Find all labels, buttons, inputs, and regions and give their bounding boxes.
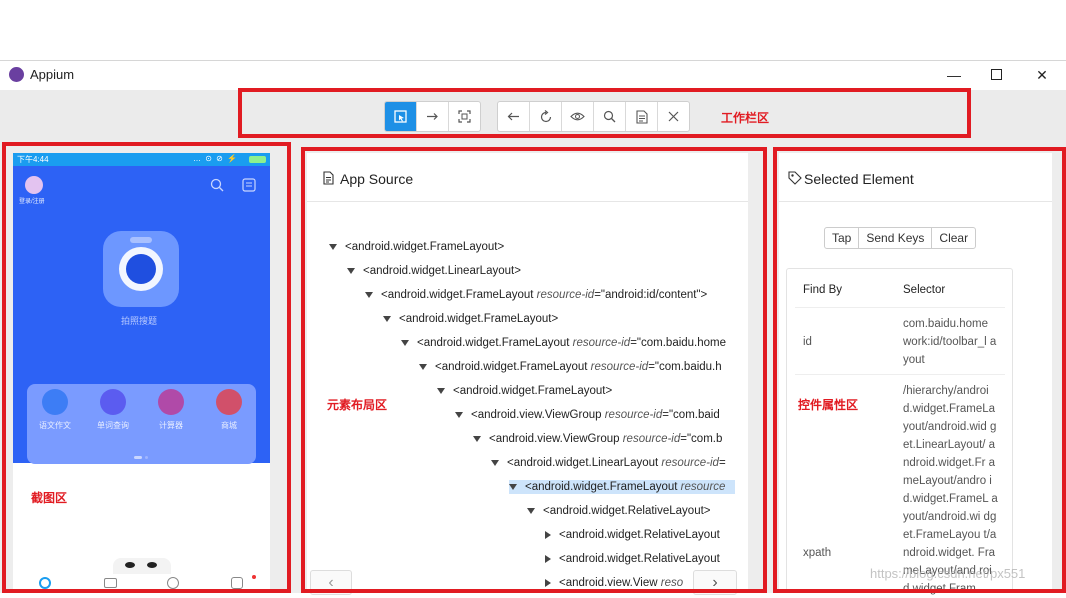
window-title: Appium — [30, 67, 75, 82]
toolbar-annotation-box — [238, 88, 971, 138]
toolbar-area-label: 工作栏区 — [721, 111, 770, 125]
source-annotation-box — [301, 147, 767, 593]
appium-logo-icon — [9, 67, 24, 82]
maximize-button[interactable] — [979, 64, 1013, 86]
window-titlebar — [0, 60, 1066, 91]
close-window-button[interactable]: ✕ — [1025, 64, 1059, 86]
selected-annotation-box — [773, 147, 1066, 593]
minimize-button[interactable]: — — [937, 64, 971, 86]
screenshot-annotation-box — [2, 142, 291, 593]
